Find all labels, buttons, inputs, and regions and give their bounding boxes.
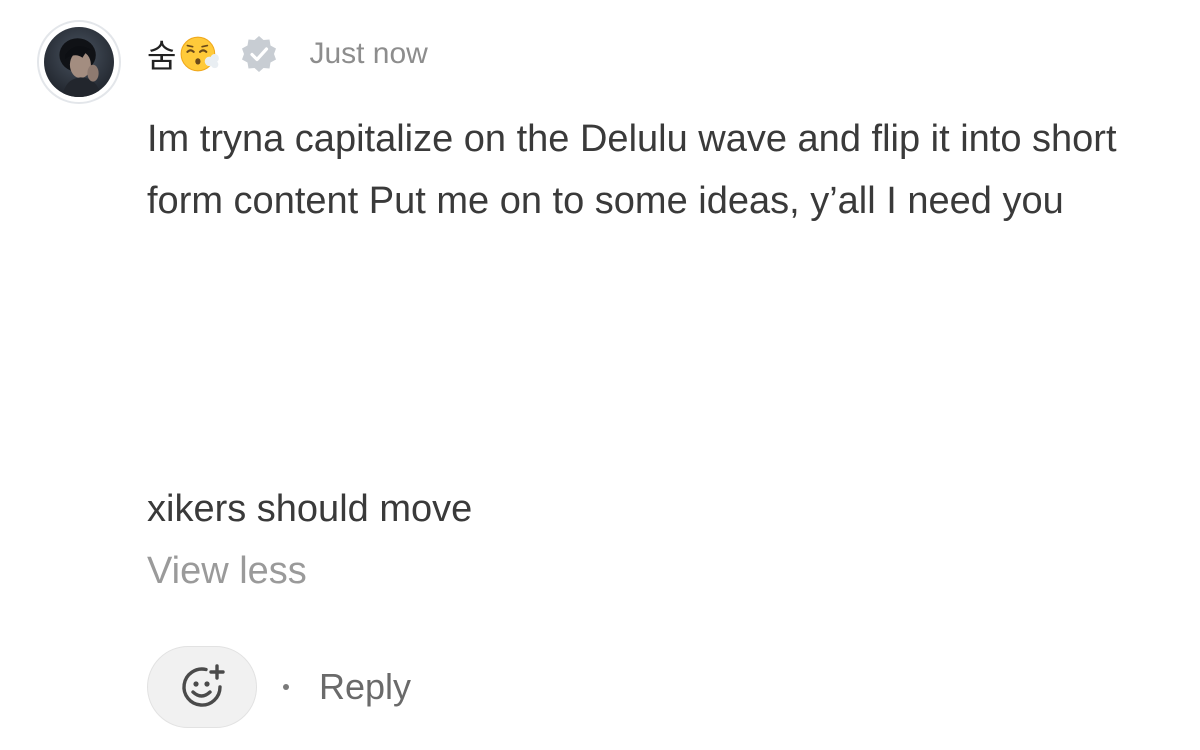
comment-text-continued: xikers should move — [147, 488, 473, 530]
avatar[interactable] — [37, 20, 121, 104]
add-reaction-button[interactable] — [147, 646, 257, 728]
separator-dot — [283, 684, 289, 690]
add-reaction-icon — [182, 664, 225, 707]
avatar-photo — [44, 27, 114, 97]
comment: 숨 Just now Im tryna capitalize on the De… — [0, 0, 1200, 750]
reply-button[interactable]: Reply — [319, 666, 411, 708]
comment-text: Im tryna capitalize on the Delulu wave a… — [147, 118, 1117, 222]
verified-badge-icon — [242, 36, 277, 72]
face-exhaling-emoji-icon — [181, 36, 220, 72]
comment-actions: Reply — [147, 646, 411, 728]
author-name-text: 숨 — [147, 37, 177, 75]
author-name[interactable]: 숨 — [147, 31, 221, 77]
timestamp: Just now — [309, 37, 428, 70]
comment-header: 숨 Just now — [147, 30, 428, 78]
view-less-link[interactable]: View less — [147, 540, 307, 602]
